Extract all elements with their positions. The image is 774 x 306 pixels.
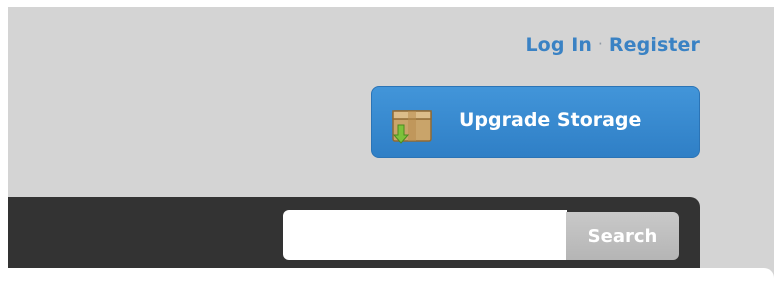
content-panel	[8, 268, 774, 306]
login-link[interactable]: Log In	[525, 34, 592, 56]
register-link[interactable]: Register	[609, 34, 700, 56]
box-download-icon	[392, 110, 432, 144]
search-button[interactable]: Search	[566, 212, 679, 260]
search-input[interactable]	[283, 210, 567, 260]
link-separator: ·	[598, 35, 603, 53]
auth-links: Log In · Register	[525, 34, 700, 56]
upgrade-storage-button[interactable]: Upgrade Storage	[371, 86, 700, 158]
upgrade-storage-label: Upgrade Storage	[459, 109, 642, 131]
